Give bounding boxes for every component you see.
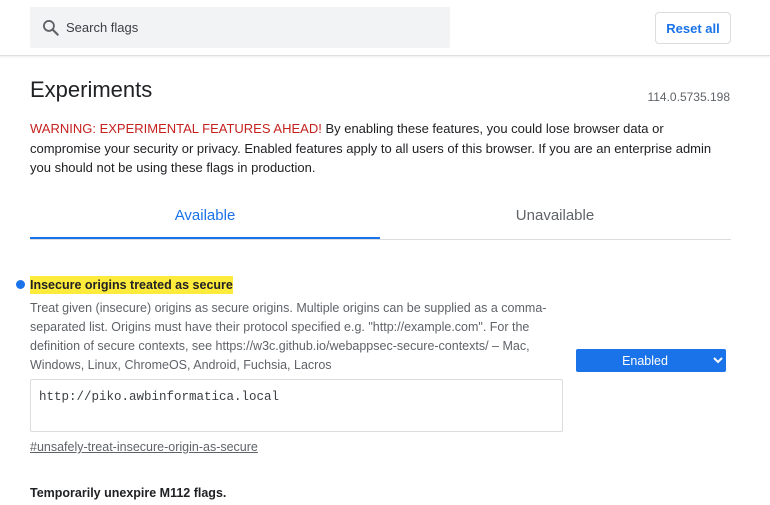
tab-bar: Available Unavailable — [30, 196, 731, 240]
search-box[interactable] — [30, 7, 450, 48]
search-icon — [43, 20, 59, 36]
modified-indicator-dot — [16, 280, 25, 289]
tab-unavailable[interactable]: Unavailable — [380, 196, 730, 240]
warning-strong-text: WARNING: EXPERIMENTAL FEATURES AHEAD! — [30, 121, 322, 136]
warning-message: WARNING: EXPERIMENTAL FEATURES AHEAD! By… — [30, 119, 730, 178]
flags-header: Reset all — [0, 0, 770, 56]
reset-all-button[interactable]: Reset all — [655, 12, 731, 44]
flag-state-select[interactable]: Enabled — [576, 349, 726, 372]
version-label: 114.0.5735.198 — [647, 90, 730, 104]
flag-permalink[interactable]: #unsafely-treat-insecure-origin-as-secur… — [30, 440, 258, 454]
tab-available[interactable]: Available — [30, 196, 380, 239]
origin-list-textarea[interactable]: http://piko.awbinformatica.local — [30, 379, 563, 432]
search-input[interactable] — [66, 7, 436, 48]
next-flag-title: Temporarily unexpire M112 flags. — [30, 486, 227, 500]
flag-description: Treat given (insecure) origins as secure… — [30, 301, 547, 372]
flag-title: Insecure origins treated as secure — [30, 276, 233, 294]
page-title: Experiments — [30, 77, 153, 102]
flag-entry: Insecure origins treated as secure Treat… — [16, 276, 731, 456]
